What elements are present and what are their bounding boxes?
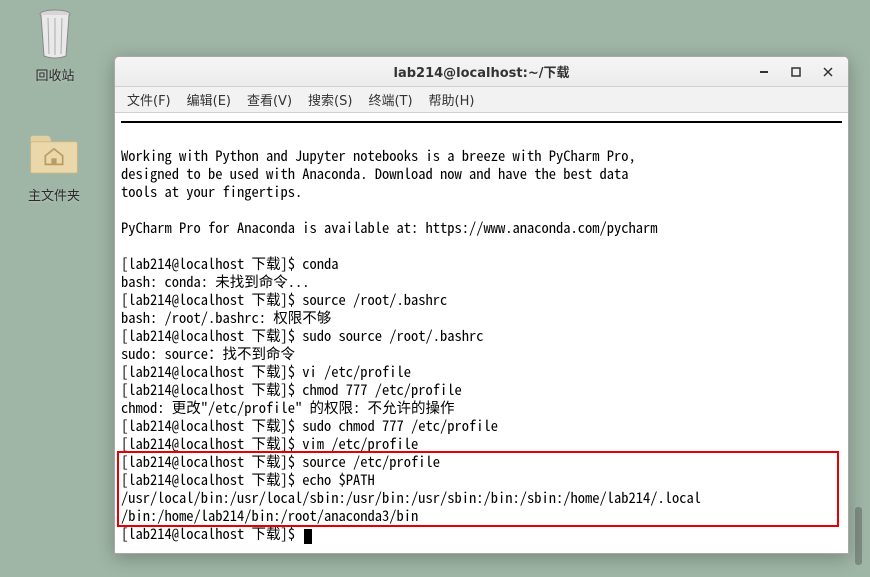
terminal-line: tools at your fingertips. (121, 183, 842, 201)
separator-line (121, 121, 842, 123)
close-icon (823, 67, 833, 77)
terminal-window: lab214@localhost:~/下载 文件(F) 编辑(E) 查看(V) … (114, 56, 849, 554)
desktop-icon-home[interactable]: 主文件夹 (14, 128, 94, 205)
menu-help[interactable]: 帮助(H) (421, 87, 483, 112)
menubar: 文件(F) 编辑(E) 查看(V) 搜索(S) 终端(T) 帮助(H) (115, 87, 848, 113)
desktop-icon-trash[interactable]: 回收站 (15, 8, 95, 85)
terminal-line: [lab214@localhost 下载]$ (121, 525, 842, 544)
minimize-button[interactable] (748, 58, 780, 86)
menu-view[interactable]: 查看(V) (239, 87, 300, 112)
trash-icon (29, 8, 81, 60)
maximize-icon (791, 67, 801, 77)
terminal-output: Working with Python and Jupyter notebook… (121, 129, 842, 544)
menu-edit[interactable]: 编辑(E) (179, 87, 239, 112)
scrollbar-hint (855, 507, 862, 565)
maximize-button[interactable] (780, 58, 812, 86)
cursor (304, 529, 312, 544)
desktop-icon-label: 主文件夹 (24, 184, 84, 205)
menu-file[interactable]: 文件(F) (119, 87, 179, 112)
menu-search[interactable]: 搜索(S) (300, 87, 360, 112)
titlebar[interactable]: lab214@localhost:~/下载 (115, 57, 848, 87)
close-button[interactable] (812, 58, 844, 86)
terminal-line: PyCharm Pro for Anaconda is available at… (121, 219, 842, 237)
window-controls (748, 58, 844, 86)
minimize-icon (759, 67, 769, 77)
window-title: lab214@localhost:~/下载 (115, 62, 848, 81)
menu-terminal[interactable]: 终端(T) (360, 87, 420, 112)
home-folder-icon (28, 128, 80, 180)
terminal-body[interactable]: Working with Python and Jupyter notebook… (115, 113, 848, 553)
desktop-icon-label: 回收站 (31, 64, 78, 85)
